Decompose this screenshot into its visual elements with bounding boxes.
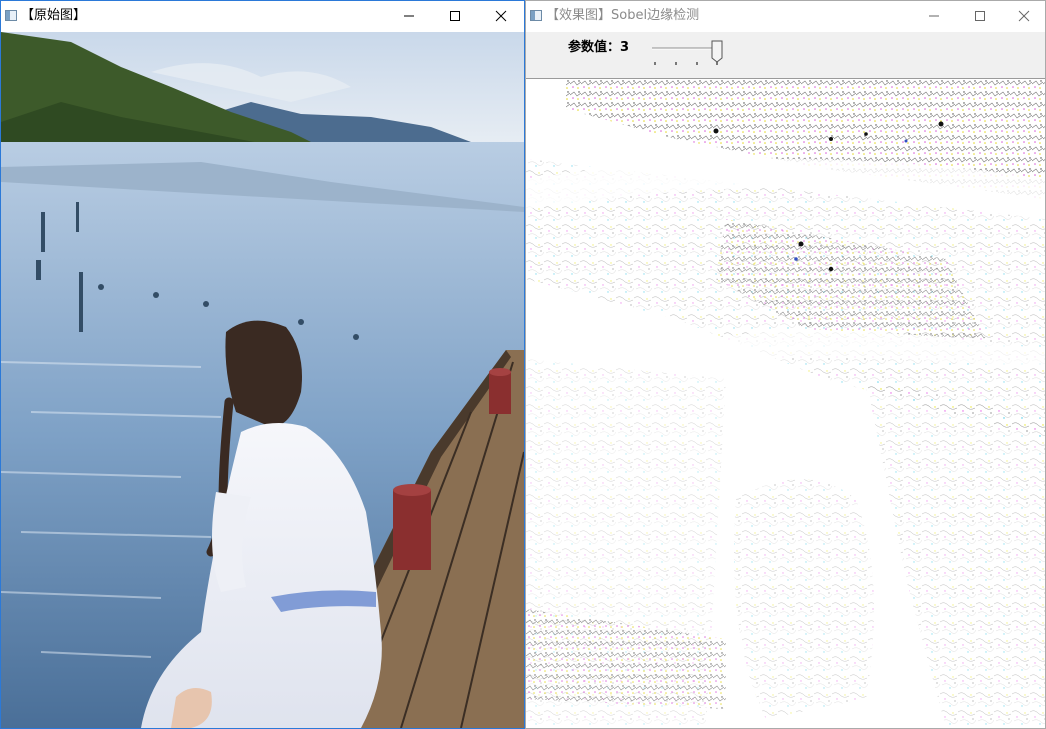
maximize-icon xyxy=(975,11,985,21)
minimize-icon xyxy=(929,15,939,17)
title-bar[interactable]: 【原始图】 xyxy=(1,1,524,31)
param-slider[interactable] xyxy=(650,38,730,68)
close-icon xyxy=(495,10,507,22)
window-icon xyxy=(530,10,542,21)
slider-thumb[interactable] xyxy=(711,40,723,63)
minimize-icon xyxy=(404,15,414,17)
original-image-window: 【原始图】 xyxy=(0,0,525,729)
sobel-edge-image xyxy=(526,79,1045,728)
minimize-button[interactable] xyxy=(911,1,957,31)
param-label-text: 参数值： xyxy=(568,40,621,55)
slider-track xyxy=(652,40,723,65)
param-label: 参数值：3 xyxy=(568,36,629,55)
maximize-button[interactable] xyxy=(957,1,1003,31)
close-button[interactable] xyxy=(1001,1,1045,31)
close-button[interactable] xyxy=(478,1,524,31)
param-value: 3 xyxy=(620,40,630,55)
minimize-button[interactable] xyxy=(386,1,432,31)
maximize-icon xyxy=(450,11,460,21)
maximize-button[interactable] xyxy=(432,1,478,31)
sobel-image xyxy=(526,79,1045,728)
photo-girl-on-pier xyxy=(1,32,524,728)
trackbar-panel: 参数值：3 xyxy=(526,32,1045,79)
window-icon xyxy=(5,10,17,21)
title-bar[interactable]: 【效果图】Sobel边缘检测 xyxy=(526,1,1045,31)
original-image xyxy=(1,32,524,728)
close-icon xyxy=(1018,10,1030,22)
window-title: 【效果图】Sobel边缘检测 xyxy=(546,8,700,23)
sobel-result-window: 【效果图】Sobel边缘检测 参数值：3 xyxy=(525,0,1046,729)
window-title: 【原始图】 xyxy=(21,8,87,23)
